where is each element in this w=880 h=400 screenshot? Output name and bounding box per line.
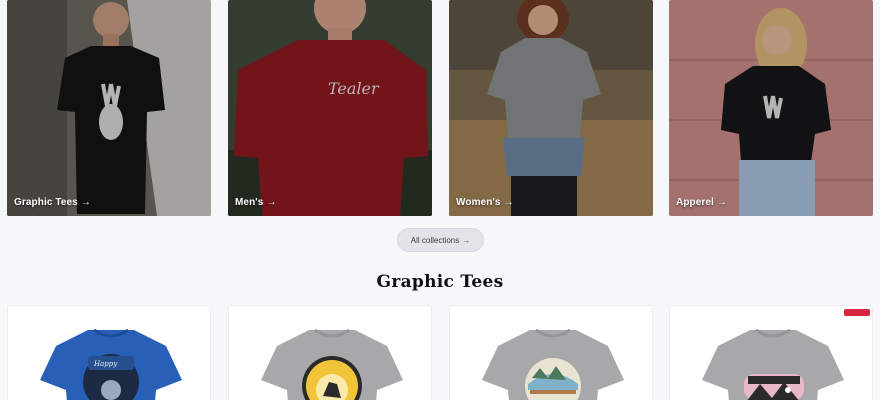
collection-cards: Graphic Tees→ Tealer Men's→ Women's→	[0, 0, 880, 216]
product-image	[702, 328, 844, 400]
collection-label: Women's →	[456, 197, 514, 208]
product-card[interactable]	[449, 305, 653, 400]
arrow-right-icon: →	[716, 197, 728, 208]
arrow-right-icon: →	[503, 197, 514, 208]
all-collections-button[interactable]: All collections →	[397, 228, 484, 252]
product-image: Happy	[40, 328, 182, 400]
collection-label: Graphic Tees →	[14, 197, 91, 208]
arrow-right-icon: →	[80, 197, 91, 208]
section-title: Graphic Tees	[376, 272, 504, 292]
product-card[interactable]	[228, 305, 432, 400]
product-image	[482, 328, 624, 400]
sale-badge	[844, 309, 870, 316]
product-image	[261, 328, 403, 400]
collection-card-graphic-tees[interactable]: Graphic Tees →	[7, 0, 211, 216]
collection-label: Apperel →	[676, 197, 728, 208]
collection-card-womens[interactable]: Women's →	[449, 0, 653, 216]
product-card[interactable]: Happy	[7, 305, 211, 400]
arrow-right-icon: →	[462, 235, 471, 245]
arrow-right-icon: →	[266, 197, 277, 208]
collection-label: Men's →	[235, 197, 277, 208]
collection-card-mens[interactable]: Tealer Men's →	[228, 0, 432, 216]
svg-text:Happy: Happy	[93, 360, 118, 368]
collection-card-apperel[interactable]: Apperel →	[669, 0, 873, 216]
product-card[interactable]	[669, 305, 873, 400]
